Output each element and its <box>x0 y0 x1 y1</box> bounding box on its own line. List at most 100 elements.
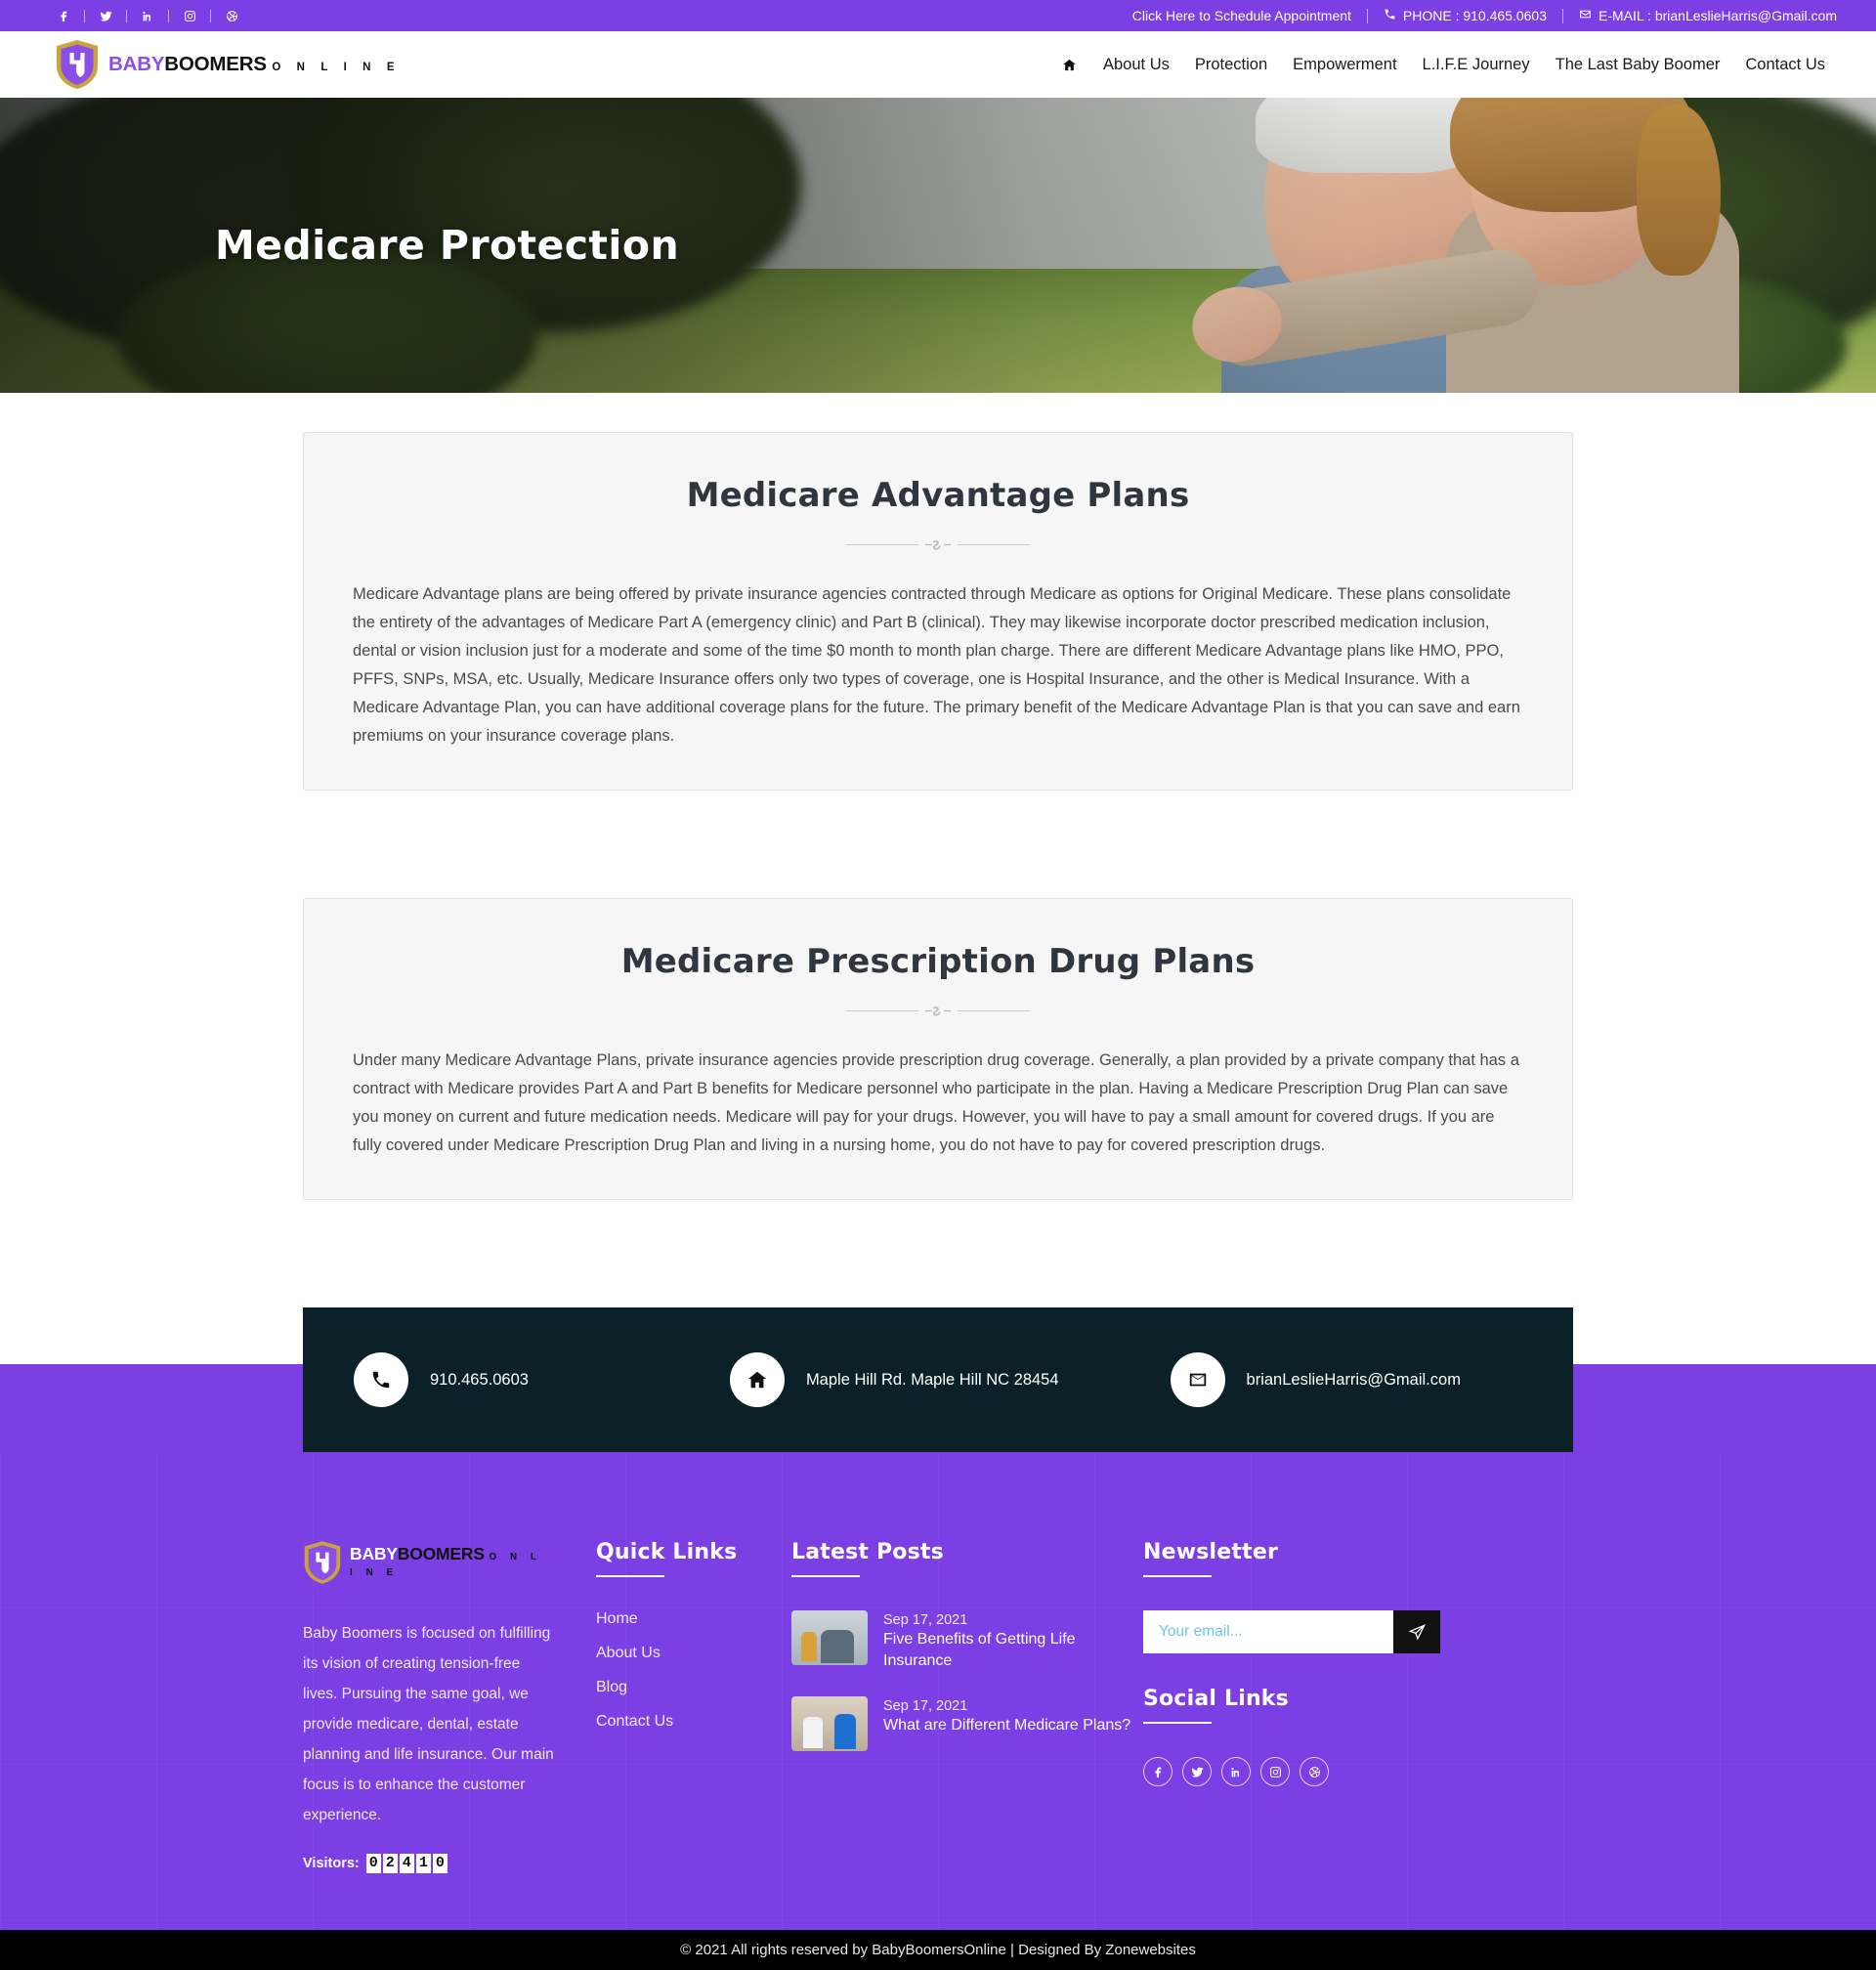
swirl-ornament-icon <box>925 539 951 550</box>
copyright-bar: © 2021 All rights reserved by BabyBoomer… <box>0 1930 1876 1970</box>
counter-digit: 1 <box>415 1854 431 1874</box>
contact-phone-text: 910.465.0603 <box>430 1370 529 1389</box>
post-title[interactable]: Five Benefits of Getting Life Insurance <box>883 1629 1143 1671</box>
quick-links-title: Quick Links <box>596 1540 791 1578</box>
contact-address[interactable]: Maple Hill Rd. Maple Hill NC 28454 <box>729 1352 1059 1408</box>
contact-address-text: Maple Hill Rd. Maple Hill NC 28454 <box>805 1370 1059 1389</box>
quick-link-home[interactable]: Home <box>596 1610 638 1627</box>
footer-logo-baby-text: BABY <box>350 1544 398 1564</box>
latest-posts-title: Latest Posts <box>791 1540 1143 1578</box>
phone-label: PHONE : 910.465.0603 <box>1402 8 1548 23</box>
logo-online-text: O N L I N E <box>272 61 402 73</box>
post-title[interactable]: What are Different Medicare Plans? <box>883 1715 1130 1735</box>
list-item: Blog <box>596 1679 791 1696</box>
quick-links-list: Home About Us Blog Contact Us <box>596 1610 791 1731</box>
nav-item-life-journey[interactable]: L.I.F.E Journey <box>1410 56 1543 74</box>
post-date: Sep 17, 2021 <box>883 1612 968 1629</box>
post-thumbnail <box>791 1610 868 1666</box>
twitter-icon[interactable] <box>85 0 126 31</box>
footer-social-list <box>1143 1757 1514 1787</box>
email-link[interactable]: E-MAIL : brianLeslieHarris@Gmail.com <box>1563 8 1853 23</box>
quick-link-contact-us[interactable]: Contact Us <box>596 1713 673 1730</box>
counter-digit: 2 <box>382 1854 398 1874</box>
logo-wordmark: BABYBOOMERS O N L I N E <box>108 52 402 75</box>
top-bar-social-list <box>43 0 252 31</box>
contact-strip-zone: 910.465.0603 Maple Hill Rd. Maple Hill N… <box>0 1307 1876 1453</box>
counter-digit: 0 <box>365 1854 381 1874</box>
footer-logo-boomers-text: BOOMERS <box>397 1544 485 1564</box>
list-item: About Us <box>596 1645 791 1662</box>
email-label: E-MAIL : brianLeslieHarris@Gmail.com <box>1599 8 1837 23</box>
footer-latest-posts-column: Latest Posts Sep 17, 2021 Five Benefits … <box>791 1540 1143 1873</box>
medicare-advantage-card: Medicare Advantage Plans Medicare Advant… <box>303 432 1573 792</box>
main-content: Medicare Advantage Plans Medicare Advant… <box>0 393 1876 1201</box>
logo-boomers-text: BOOMERS <box>164 52 267 75</box>
top-bar: Click Here to Schedule Appointment PHONE… <box>0 0 1876 31</box>
newsletter-form <box>1143 1610 1440 1654</box>
contact-email[interactable]: brianLeslieHarris@Gmail.com <box>1170 1352 1461 1408</box>
visitor-counter-digits: 0 2 4 1 0 <box>365 1854 448 1874</box>
facebook-icon[interactable] <box>1143 1757 1172 1787</box>
page-title: Medicare Protection <box>215 222 680 269</box>
social-links-title: Social Links <box>1143 1687 1514 1725</box>
nav-item-about-us[interactable]: About Us <box>1090 56 1182 74</box>
home-icon <box>729 1352 785 1408</box>
list-item[interactable]: Sep 17, 2021 Five Benefits of Getting Li… <box>791 1610 1143 1671</box>
footer-about-column: BABYBOOMERS O N L I N E Baby Boomers is … <box>303 1540 596 1874</box>
contact-strip: 910.465.0603 Maple Hill Rd. Maple Hill N… <box>303 1307 1573 1453</box>
footer-newsletter-column: Newsletter Social Links <box>1143 1540 1514 1873</box>
list-item: Home <box>596 1610 791 1628</box>
site-logo[interactable]: BABYBOOMERS O N L I N E <box>55 39 401 90</box>
medicare-prescription-card: Medicare Prescription Drug Plans Under m… <box>303 898 1573 1201</box>
phone-icon <box>354 1352 408 1408</box>
list-item: Contact Us <box>596 1713 791 1731</box>
card-body-text: Medicare Advantage plans are being offer… <box>353 585 1520 746</box>
copyright-text: © 2021 All rights reserved by BabyBoomer… <box>680 1942 1196 1959</box>
facebook-icon[interactable] <box>43 0 84 31</box>
ornament-divider <box>327 1003 1549 1019</box>
footer-logo[interactable]: BABYBOOMERS O N L I N E <box>303 1540 557 1585</box>
post-date: Sep 17, 2021 <box>883 1698 968 1715</box>
dribbble-icon[interactable] <box>211 0 252 31</box>
contact-phone[interactable]: 910.465.0603 <box>354 1352 529 1408</box>
swirl-ornament-icon <box>925 1006 951 1016</box>
instagram-icon[interactable] <box>169 0 210 31</box>
phone-link[interactable]: PHONE : 910.465.0603 <box>1368 8 1562 23</box>
top-bar-contact: Click Here to Schedule Appointment PHONE… <box>1117 8 1853 23</box>
nav-item-the-last-baby-boomer[interactable]: The Last Baby Boomer <box>1543 56 1733 74</box>
hero-banner: Medicare Protection <box>0 98 1876 393</box>
newsletter-submit-button[interactable] <box>1393 1610 1440 1654</box>
mail-icon <box>1170 1352 1225 1408</box>
nav-item-empowerment[interactable]: Empowerment <box>1280 56 1409 74</box>
visitor-counter-label: Visitors: <box>303 1856 360 1872</box>
card-title: Medicare Advantage Plans <box>686 476 1190 515</box>
schedule-appointment-link[interactable]: Click Here to Schedule Appointment <box>1117 8 1367 23</box>
footer-logo-wordmark: BABYBOOMERS O N L I N E <box>350 1546 557 1579</box>
instagram-icon[interactable] <box>1260 1757 1290 1787</box>
shield-logo-icon <box>55 39 100 90</box>
quick-link-about-us[interactable]: About Us <box>596 1645 661 1661</box>
nav-item-contact-us[interactable]: Contact Us <box>1732 56 1825 74</box>
linkedin-icon[interactable] <box>1221 1757 1251 1787</box>
linkedin-icon[interactable] <box>127 0 168 31</box>
main-navigation: About Us Protection Empowerment L.I.F.E … <box>1048 56 1825 74</box>
post-thumbnail <box>791 1696 868 1752</box>
shield-logo-icon <box>303 1540 342 1585</box>
twitter-icon[interactable] <box>1182 1757 1212 1787</box>
list-item[interactable]: Sep 17, 2021 What are Different Medicare… <box>791 1696 1143 1752</box>
newsletter-email-input[interactable] <box>1143 1610 1393 1654</box>
footer-quick-links-column: Quick Links Home About Us Blog Contact U… <box>596 1540 791 1873</box>
site-footer: BABYBOOMERS O N L I N E Baby Boomers is … <box>0 1452 1876 1930</box>
newsletter-title: Newsletter <box>1143 1540 1514 1578</box>
quick-link-blog[interactable]: Blog <box>596 1679 627 1695</box>
dribbble-icon[interactable] <box>1300 1757 1329 1787</box>
phone-icon <box>1384 8 1396 23</box>
footer-about-text: Baby Boomers is focused on fulfilling it… <box>303 1625 554 1824</box>
site-header: BABYBOOMERS O N L I N E About Us Protect… <box>0 31 1876 98</box>
home-icon[interactable] <box>1048 58 1090 72</box>
contact-email-text: brianLeslieHarris@Gmail.com <box>1246 1370 1461 1389</box>
card-body-text: Under many Medicare Advantage Plans, pri… <box>353 1051 1519 1155</box>
card-title: Medicare Prescription Drug Plans <box>620 942 1256 982</box>
nav-item-protection[interactable]: Protection <box>1182 56 1280 74</box>
ornament-divider <box>327 536 1549 553</box>
